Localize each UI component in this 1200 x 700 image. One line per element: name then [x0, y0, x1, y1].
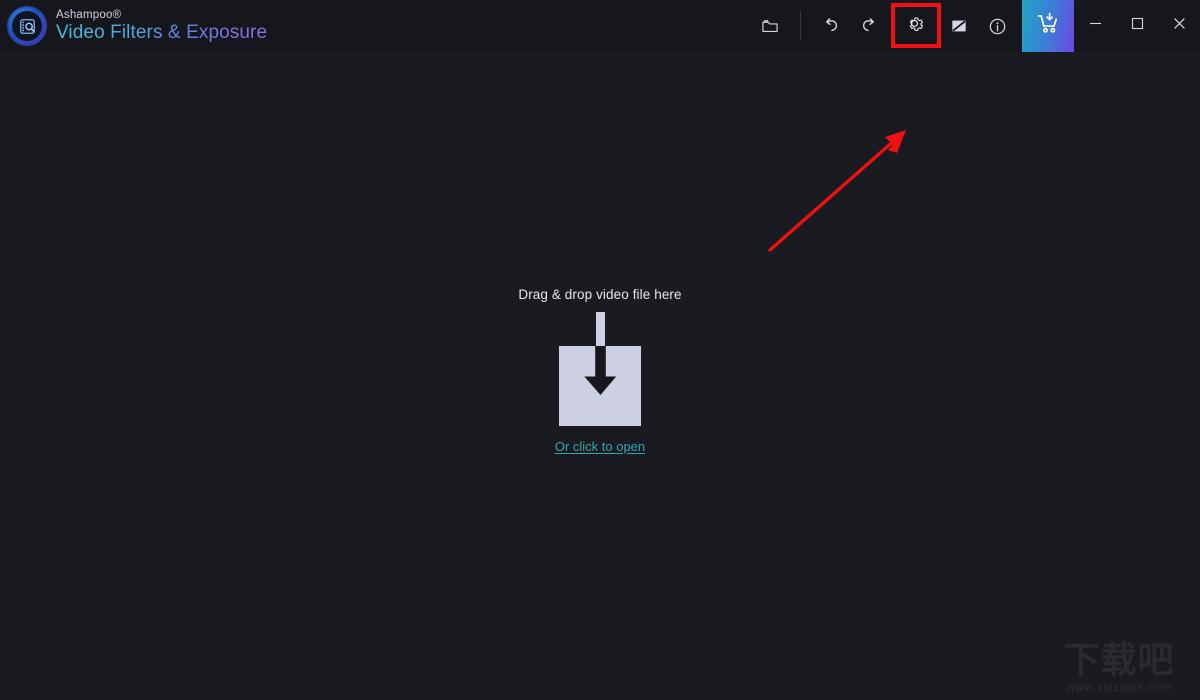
- dropzone-label: Drag & drop video file here: [518, 287, 682, 302]
- settings-button[interactable]: [888, 0, 941, 52]
- watermark-url: www.xiazaiba.com: [1066, 680, 1172, 694]
- redo-arrow-icon: [858, 15, 880, 37]
- tone-curve-icon: [949, 16, 969, 36]
- info-circle-icon: [987, 16, 1008, 37]
- curves-button[interactable]: [940, 7, 978, 45]
- title-bar: Ashampoo® Video Filters & Exposure: [0, 0, 1200, 52]
- minimize-button[interactable]: [1074, 0, 1116, 52]
- buy-button[interactable]: [1022, 0, 1074, 52]
- maximize-icon: [1130, 16, 1145, 36]
- gear-icon: [904, 13, 925, 39]
- toolbar: [751, 0, 1200, 52]
- close-button[interactable]: [1158, 0, 1200, 52]
- folder-icon: [760, 16, 780, 36]
- red-pointer-arrow: [768, 130, 906, 252]
- app-title-group: Ashampoo® Video Filters & Exposure: [56, 8, 268, 44]
- close-icon: [1172, 16, 1187, 36]
- toolbar-divider: [800, 11, 801, 41]
- shopping-cart-icon: [1035, 10, 1062, 42]
- page-title: Video Filters & Exposure: [56, 22, 268, 44]
- info-button[interactable]: [978, 7, 1016, 45]
- app-brand: Ashampoo® Video Filters & Exposure: [0, 7, 267, 45]
- open-file-link[interactable]: Or click to open: [555, 439, 645, 454]
- open-folder-button[interactable]: [751, 7, 789, 45]
- video-dropzone[interactable]: Drag & drop video file here Or click to …: [400, 287, 800, 454]
- application-window: Ashampoo® Video Filters & Exposure Drag …: [0, 0, 1200, 700]
- film-magnifier-icon: [8, 7, 46, 45]
- redo-button[interactable]: [850, 7, 888, 45]
- undo-arrow-icon: [820, 15, 842, 37]
- dropzone-arrow-head: [584, 346, 617, 395]
- undo-button[interactable]: [812, 7, 850, 45]
- main-workspace: Drag & drop video file here Or click to …: [0, 52, 1200, 700]
- site-watermark: 下载吧 www.xiazaiba.com: [1044, 636, 1194, 695]
- maximize-button[interactable]: [1116, 0, 1158, 52]
- watermark-logo-text: 下载吧: [1063, 640, 1175, 681]
- minimize-icon: [1088, 16, 1103, 36]
- download-into-box-icon: [540, 312, 660, 426]
- brand-vendor-label: Ashampoo®: [56, 8, 122, 21]
